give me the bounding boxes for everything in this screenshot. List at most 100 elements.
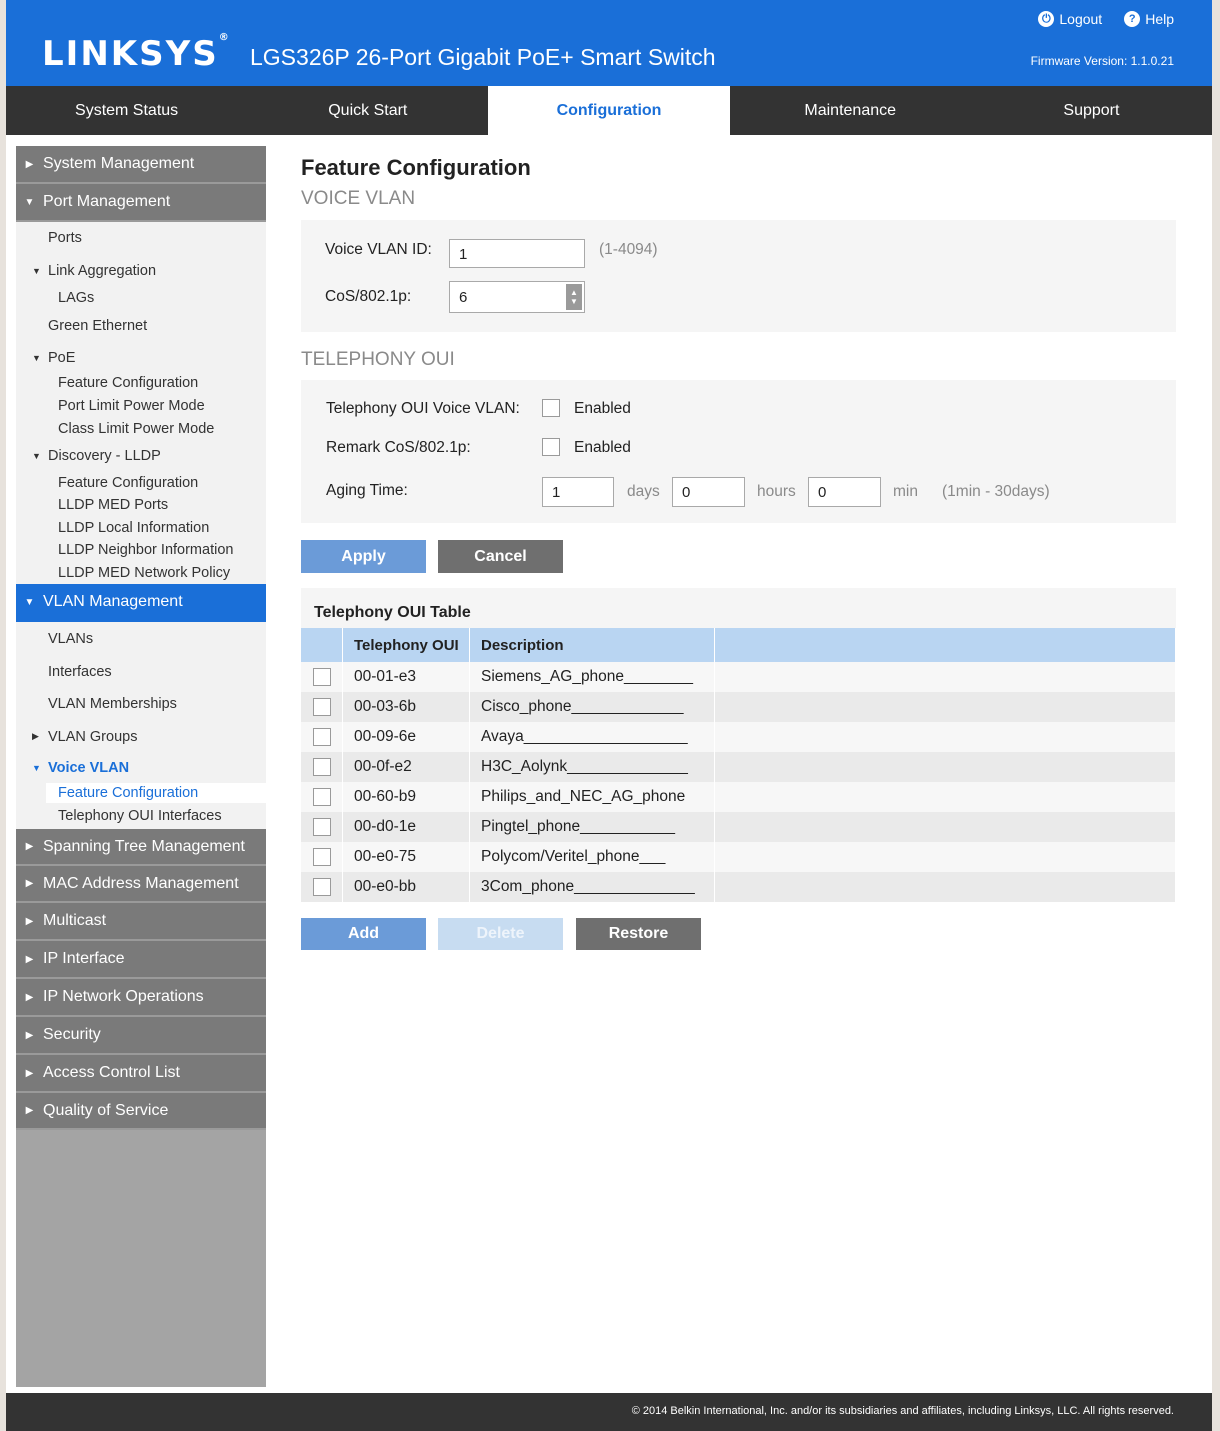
aging-time-label: Aging Time: <box>326 482 408 499</box>
description-cell: Avaya___________________ <box>469 722 715 752</box>
voice-vlan-id-label: Voice VLAN ID: <box>325 241 432 258</box>
days-unit: days <box>627 483 660 500</box>
tab-system-status[interactable]: System Status <box>6 86 247 135</box>
row-checkbox[interactable] <box>312 727 331 746</box>
filler-column-header <box>714 628 1176 662</box>
filler-cell <box>714 662 1176 692</box>
filler-cell <box>714 812 1176 842</box>
linksys-logo: LINKSYS® <box>42 32 231 74</box>
oui-column-header: Telephony OUI <box>342 628 470 662</box>
sidebar-item-vlan-memberships[interactable]: VLAN Memberships <box>16 688 266 720</box>
sidebar-item-vlan-groups[interactable]: ▶ VLAN Groups <box>16 720 266 753</box>
oui-cell: 00-60-b9 <box>342 782 470 812</box>
row-checkbox[interactable] <box>312 697 331 716</box>
voice-vlan-heading: VOICE VLAN <box>301 188 416 209</box>
sidebar-item-interfaces[interactable]: Interfaces <box>16 655 266 688</box>
sidebar-system-management[interactable]: ▶ System Management <box>16 146 266 184</box>
sidebar-item-lldp-feature-configuration[interactable]: Feature Configuration <box>16 471 266 494</box>
caret-right-icon: ▶ <box>25 1067 34 1079</box>
sidebar-multicast[interactable]: ▶ Multicast <box>16 903 266 941</box>
sidebar-mac-address[interactable]: ▶ MAC Address Management <box>16 866 266 903</box>
sidebar-spanning-tree[interactable]: ▶ Spanning Tree Management <box>16 829 266 866</box>
sidebar-item-lldp-local-information[interactable]: LLDP Local Information <box>16 516 266 539</box>
description-cell: Philips_and_NEC_AG_phone <box>469 782 715 812</box>
oui-cell: 00-03-6b <box>342 692 470 722</box>
product-title: LGS326P 26-Port Gigabit PoE+ Smart Switc… <box>250 44 716 70</box>
sidebar-item-port-limit-power-mode[interactable]: Port Limit Power Mode <box>16 394 266 417</box>
tab-maintenance[interactable]: Maintenance <box>730 86 971 135</box>
caret-down-icon: ▼ <box>32 266 41 276</box>
cancel-button[interactable]: Cancel <box>438 540 563 573</box>
page-frame: LINKSYS® LGS326P 26-Port Gigabit PoE+ Sm… <box>6 0 1212 1431</box>
vlan-management-submenu: VLANs Interfaces VLAN Memberships ▶ VLAN … <box>16 622 266 829</box>
telephony-oui-heading: TELEPHONY OUI <box>301 349 455 370</box>
sidebar-item-telephony-oui-interfaces[interactable]: Telephony OUI Interfaces <box>16 803 266 829</box>
help-link[interactable]: ? Help <box>1124 11 1174 27</box>
sidebar-item-poe-feature-configuration[interactable]: Feature Configuration <box>16 372 266 394</box>
caret-right-icon: ▶ <box>25 991 34 1003</box>
sidebar-item-poe[interactable]: ▼ PoE <box>16 344 266 372</box>
oui-cell: 00-e0-bb <box>342 872 470 902</box>
sidebar-acl[interactable]: ▶ Access Control List <box>16 1055 266 1093</box>
tab-configuration[interactable]: Configuration <box>488 86 730 135</box>
logout-link[interactable]: ⏻ Logout <box>1038 11 1102 27</box>
row-checkbox[interactable] <box>312 877 331 896</box>
aging-min-input[interactable]: 0 <box>808 477 881 507</box>
sidebar-item-lldp-neighbor-information[interactable]: LLDP Neighbor Information <box>16 539 266 561</box>
filler-cell <box>714 782 1176 812</box>
add-button[interactable]: Add <box>301 918 426 950</box>
filler-cell <box>714 752 1176 782</box>
oui-cell: 00-0f-e2 <box>342 752 470 782</box>
row-checkbox[interactable] <box>312 757 331 776</box>
sidebar-ip-interface[interactable]: ▶ IP Interface <box>16 941 266 979</box>
sidebar-item-voice-feature-configuration[interactable]: Feature Configuration <box>46 783 266 803</box>
sidebar-ip-network-operations[interactable]: ▶ IP Network Operations <box>16 979 266 1017</box>
sidebar-security[interactable]: ▶ Security <box>16 1017 266 1055</box>
tab-quick-start[interactable]: Quick Start <box>247 86 488 135</box>
aging-days-input[interactable]: 1 <box>542 477 614 507</box>
filler-cell <box>714 842 1176 872</box>
apply-button[interactable]: Apply <box>301 540 426 573</box>
sidebar-item-lldp-med-network-policy[interactable]: LLDP MED Network Policy <box>16 561 266 584</box>
sidebar-item-voice-vlan[interactable]: ▼ Voice VLAN <box>16 753 266 783</box>
remark-cos-checkbox[interactable] <box>542 438 560 456</box>
row-checkbox[interactable] <box>312 817 331 836</box>
row-checkbox[interactable] <box>312 847 331 866</box>
description-cell: Pingtel_phone___________ <box>469 812 715 842</box>
row-select-cell <box>301 812 343 842</box>
restore-button[interactable]: Restore <box>576 918 701 950</box>
remark-cos-label: Remark CoS/802.1p: <box>326 439 471 456</box>
sidebar-item-lldp-med-ports[interactable]: LLDP MED Ports <box>16 494 266 516</box>
sidebar-item-green-ethernet[interactable]: Green Ethernet <box>16 308 266 344</box>
sidebar-item-lags[interactable]: LAGs <box>16 288 266 308</box>
tab-support[interactable]: Support <box>971 86 1212 135</box>
voice-vlan-id-input[interactable]: 1 <box>449 239 585 268</box>
table-header-row: Telephony OUI Description <box>301 628 1176 662</box>
sidebar-item-discovery-lldp[interactable]: ▼ Discovery - LLDP <box>16 440 266 471</box>
sidebar-item-ports[interactable]: Ports <box>16 222 266 254</box>
caret-down-icon: ▼ <box>24 196 35 208</box>
row-checkbox[interactable] <box>312 787 331 806</box>
aging-hours-input[interactable]: 0 <box>672 477 745 507</box>
sidebar-qos[interactable]: ▶ Quality of Service <box>16 1093 266 1130</box>
hours-unit: hours <box>757 483 796 500</box>
sidebar-item-link-aggregation[interactable]: ▼ Link Aggregation <box>16 254 266 288</box>
row-select-cell <box>301 872 343 902</box>
table-row: 00-d0-1e Pingtel_phone___________ <box>301 812 1176 842</box>
oui-voice-vlan-checkbox[interactable] <box>542 399 560 417</box>
cos-label: CoS/802.1p: <box>325 288 412 305</box>
sidebar-item-class-limit-power-mode[interactable]: Class Limit Power Mode <box>16 417 266 440</box>
sidebar-item-vlans[interactable]: VLANs <box>16 622 266 655</box>
oui-cell: 00-01-e3 <box>342 662 470 692</box>
sidebar-port-management[interactable]: ▼ Port Management <box>16 184 266 222</box>
header-bar: LINKSYS® LGS326P 26-Port Gigabit PoE+ Sm… <box>6 0 1212 86</box>
delete-button[interactable]: Delete <box>438 918 563 950</box>
cos-select[interactable]: 6 ▲ ▼ <box>449 281 585 313</box>
main-content: Feature Configuration VOICE VLAN Voice V… <box>301 150 1181 950</box>
table-row: 00-01-e3 Siemens_AG_phone________ <box>301 662 1176 692</box>
spinner-arrows-icon[interactable]: ▲ ▼ <box>566 284 582 310</box>
row-checkbox[interactable] <box>312 667 331 686</box>
logout-label: Logout <box>1059 11 1103 27</box>
sidebar-vlan-management[interactable]: ▼ VLAN Management <box>16 584 266 622</box>
filler-cell <box>714 692 1176 722</box>
